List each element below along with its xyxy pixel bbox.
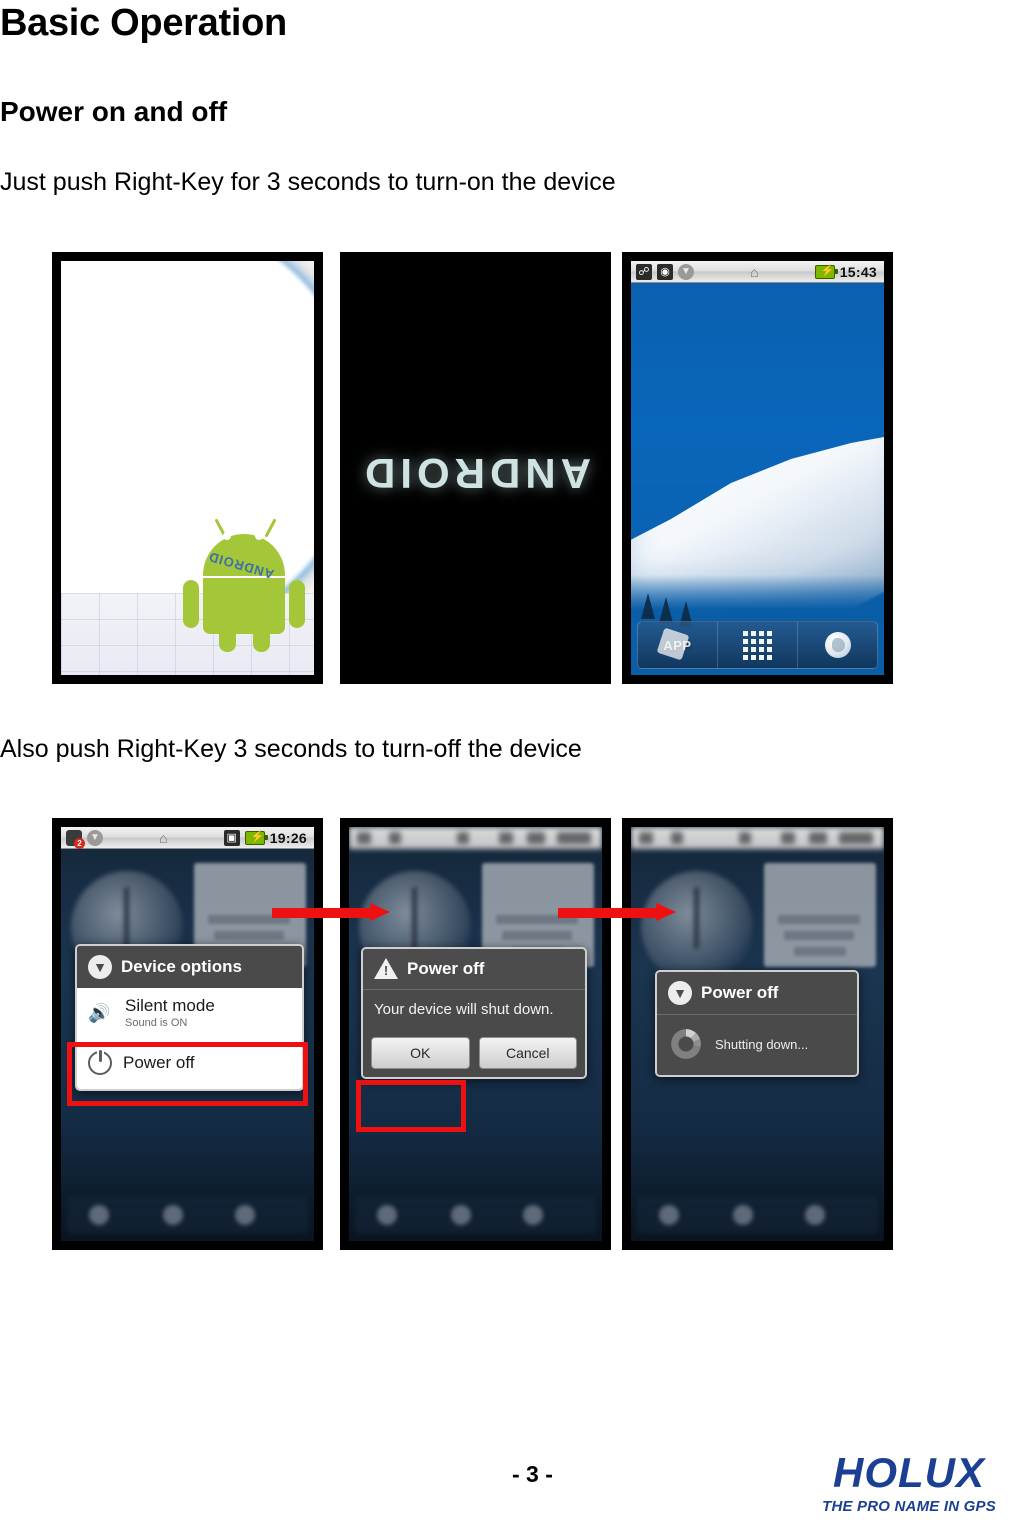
flow-arrow-1 — [272, 903, 390, 921]
spinner-icon — [671, 1029, 701, 1059]
dock-blurred — [67, 1197, 308, 1233]
status-bar: ☍ ◉ ▼ ⌂ ⚡ 15:43 — [631, 261, 884, 283]
dock-blurred — [637, 1197, 878, 1233]
chevron-down-circle-icon: ▼ — [668, 981, 692, 1005]
tree — [641, 593, 655, 619]
phone-screen: ANDROID — [61, 261, 314, 675]
dock-app-drawer-button[interactable] — [717, 622, 797, 668]
sd-card-icon: ▣ — [223, 829, 240, 846]
robot-arm-right — [289, 580, 305, 628]
dialog-message: Your device will shut down. — [363, 989, 585, 1032]
warning-triangle-icon — [374, 958, 398, 980]
calendar-widget-blurred — [764, 863, 876, 967]
android-boot-wordmark: ANDROID — [360, 450, 591, 497]
robot-arm-left — [183, 580, 199, 628]
shutting-down-dialog: ▼ Power off Shutting down... — [655, 970, 859, 1077]
robot-leg-left — [219, 632, 236, 652]
menu-item-power-off[interactable]: Power off — [77, 1037, 302, 1089]
ok-button[interactable]: OK — [371, 1037, 470, 1070]
dialog-progress-row: Shutting down... — [657, 1014, 857, 1075]
status-bar: 2 ▼ ⌂ ▣ ⚡ 19:26 — [61, 827, 314, 849]
battery-charging-icon: ⚡ — [814, 264, 838, 279]
phone-screen: ▼ Power off Shutting down... — [631, 827, 884, 1241]
screenshot-device-options: 2 ▼ ⌂ ▣ ⚡ 19:26 ▼ Device options 🔊 Silen… — [52, 818, 323, 1250]
home-icon: ⌂ — [750, 263, 759, 280]
dialog-button-row: OK Cancel — [363, 1031, 585, 1078]
usb-icon: ☍ — [636, 263, 652, 280]
dialog-title: Device options — [121, 957, 242, 976]
brand-tagline: THE PRO NAME IN GPS — [822, 1498, 996, 1515]
tree-silhouettes — [637, 577, 757, 627]
download-icon: ▼ — [87, 829, 103, 846]
dialog-title: Power off — [407, 959, 485, 978]
robot-body — [203, 578, 285, 634]
status-bar-clock: 15:43 — [839, 263, 877, 280]
dock-app-shortcut[interactable]: APP — [638, 622, 717, 668]
power-off-label: Power off — [123, 1053, 195, 1072]
message-notification-icon: 2 — [66, 829, 85, 849]
section-heading: Power on and off — [0, 96, 228, 127]
notification-count-badge: 2 — [74, 837, 85, 849]
dialog-title-bar: ▼ Power off — [657, 972, 857, 1014]
status-bar-clock: 19:26 — [269, 829, 307, 846]
robot-eye-left — [223, 532, 231, 540]
screenshot-boot-splash: ANDROID — [52, 252, 323, 684]
silent-mode-label: Silent mode — [125, 996, 215, 1015]
paragraph-power-on: Just push Right-Key for 3 seconds to tur… — [0, 168, 616, 196]
brand-name: HOLUX — [833, 1449, 985, 1496]
device-options-dialog: ▼ Device options 🔊 Silent mode Sound is … — [75, 944, 304, 1091]
robot-leg-right — [253, 632, 270, 652]
progress-label: Shutting down... — [715, 1036, 809, 1052]
menu-item-silent-mode[interactable]: 🔊 Silent mode Sound is ON — [77, 988, 302, 1037]
phone-screen: Power off Your device will shut down. OK… — [349, 827, 602, 1241]
battery-charging-icon: ⚡ — [244, 830, 268, 845]
download-icon: ▼ — [678, 263, 694, 280]
screenshot-shutting-down: ▼ Power off Shutting down... — [622, 818, 893, 1250]
globe-browser-icon — [824, 632, 851, 658]
robot-eye-right — [255, 532, 263, 540]
chevron-down-circle-icon: ▼ — [88, 955, 112, 979]
flow-arrow-2 — [558, 903, 676, 921]
page-number: - 3 - — [512, 1461, 553, 1487]
android-notification-icon: ◉ — [657, 263, 673, 280]
holux-logo: HOLUX THE PRO NAME IN GPS — [790, 1449, 1028, 1516]
dock-browser-button[interactable] — [797, 622, 877, 668]
home-icon: ⌂ — [159, 829, 168, 846]
paragraph-power-off: Also push Right-Key 3 seconds to turn-of… — [0, 735, 582, 763]
status-bar-blurred — [349, 827, 602, 849]
cancel-button[interactable]: Cancel — [478, 1037, 577, 1070]
speaker-icon: 🔊 — [88, 1002, 111, 1023]
phone-screen: ☍ ◉ ▼ ⌂ ⚡ 15:43 APP — [631, 261, 884, 675]
menu-item-text: Silent mode Sound is ON — [125, 996, 215, 1029]
dialog-title-bar: ▼ Device options — [77, 946, 302, 988]
app-drawer-grid-icon — [743, 630, 772, 660]
dock-app-label: APP — [663, 637, 692, 653]
screenshot-boot-logo: ANDROID — [340, 252, 611, 684]
power-off-confirm-dialog: Power off Your device will shut down. OK… — [361, 947, 587, 1080]
page-title: Basic Operation — [0, 2, 287, 44]
dialog-title-bar: Power off — [363, 949, 585, 989]
dock-blurred — [355, 1197, 596, 1233]
screenshot-power-off-confirm: Power off Your device will shut down. OK… — [340, 818, 611, 1250]
dialog-title: Power off — [701, 983, 779, 1002]
power-icon — [88, 1050, 112, 1075]
robot-antenna-right — [264, 518, 277, 538]
silent-mode-sublabel: Sound is ON — [125, 1017, 188, 1029]
android-robot-icon: ANDROID — [183, 512, 305, 652]
status-bar-blurred — [631, 827, 884, 849]
phone-screen: 2 ▼ ⌂ ▣ ⚡ 19:26 ▼ Device options 🔊 Silen… — [61, 827, 314, 1241]
tree — [659, 597, 673, 623]
phone-screen: ANDROID — [349, 261, 602, 675]
screenshot-home-screen: ☍ ◉ ▼ ⌂ ⚡ 15:43 APP — [622, 252, 893, 684]
home-dock: APP — [637, 621, 878, 669]
clock-widget-blurred — [641, 871, 753, 983]
